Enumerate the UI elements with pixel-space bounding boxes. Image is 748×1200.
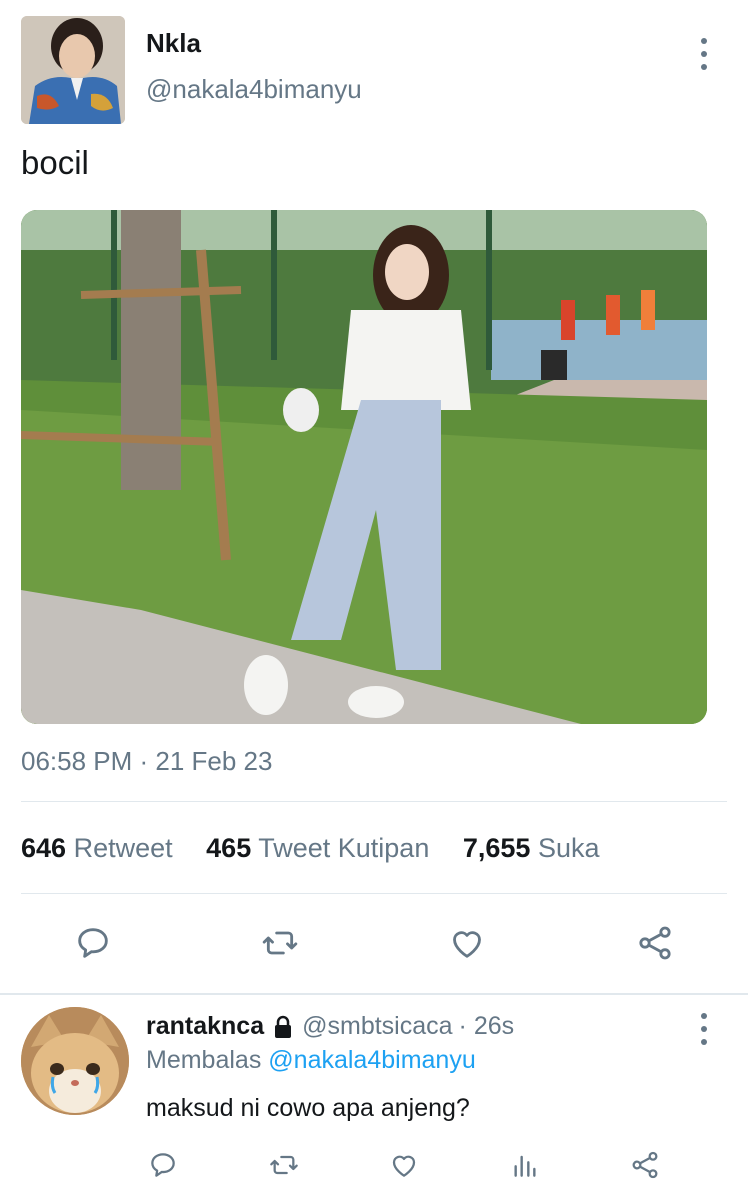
replying-to-mention[interactable]: @nakala4bimanyu [268,1046,475,1074]
reply-retweet-button[interactable] [264,1145,304,1185]
retweet-button[interactable] [258,921,302,965]
tweet-text: bocil [21,144,89,181]
like-stat[interactable]: 7,655 Suka [463,833,600,863]
quote-label: Tweet Kutipan [258,833,430,863]
more-options-icon[interactable] [694,38,714,70]
reply-author-handle[interactable]: @smbtsicaca [302,1012,452,1041]
quote-count: 465 [206,833,252,863]
like-label: Suka [537,833,600,863]
tweet-photo-image [21,210,707,724]
retweet-icon [262,931,298,955]
author-avatar[interactable] [21,16,125,124]
reply-text: maksud ni cowo apa anjeng? [146,1094,470,1122]
analytics-icon [514,1155,536,1177]
author-name[interactable]: Nkla [146,28,201,59]
tweet-stats: 646 Retweet 465 Tweet Kutipan 7,655 Suka [21,833,626,864]
reply-author-avatar[interactable] [21,1007,129,1115]
tweet-timestamp[interactable]: 06:58 PM · 21 Feb 23 [21,746,272,777]
like-count: 7,655 [462,833,531,863]
reply-author-name[interactable]: rantaknca [146,1012,264,1041]
reply-time[interactable]: · 26s [459,1012,515,1041]
like-button[interactable] [445,921,489,965]
like-icon [392,1155,416,1177]
share-button[interactable] [633,921,677,965]
replying-prefix: Membalas [146,1046,262,1074]
reply-header: rantaknca @smbtsicaca · 26s [146,1012,514,1041]
author-handle[interactable]: @nakala4bimanyu [146,74,362,105]
reply-share-button[interactable] [625,1145,665,1185]
reply-button[interactable] [71,921,115,965]
retweet-count: 646 [21,833,67,863]
retweet-stat[interactable]: 646 Retweet [21,833,173,863]
section-divider [0,993,748,995]
reply-icon [151,1153,175,1177]
like-icon [453,931,481,958]
share-icon [639,926,671,960]
author-avatar-image [21,16,125,124]
retweet-label: Retweet [73,833,173,863]
quote-stat[interactable]: 465 Tweet Kutipan [206,833,429,863]
lock-icon [272,1015,294,1039]
divider [21,801,727,802]
divider [21,893,727,894]
reply-icon [78,928,108,958]
share-icon [632,1151,658,1179]
reply-avatar-image [21,1007,129,1115]
reply-like-button[interactable] [384,1145,424,1185]
tweet-photo[interactable] [21,210,707,724]
retweet-icon [270,1155,298,1175]
replying-to: Membalas @nakala4bimanyu [146,1046,476,1075]
reply-more-options-icon[interactable] [694,1013,714,1045]
reply-analytics-button[interactable] [505,1145,545,1185]
reply-reply-button[interactable] [143,1145,183,1185]
